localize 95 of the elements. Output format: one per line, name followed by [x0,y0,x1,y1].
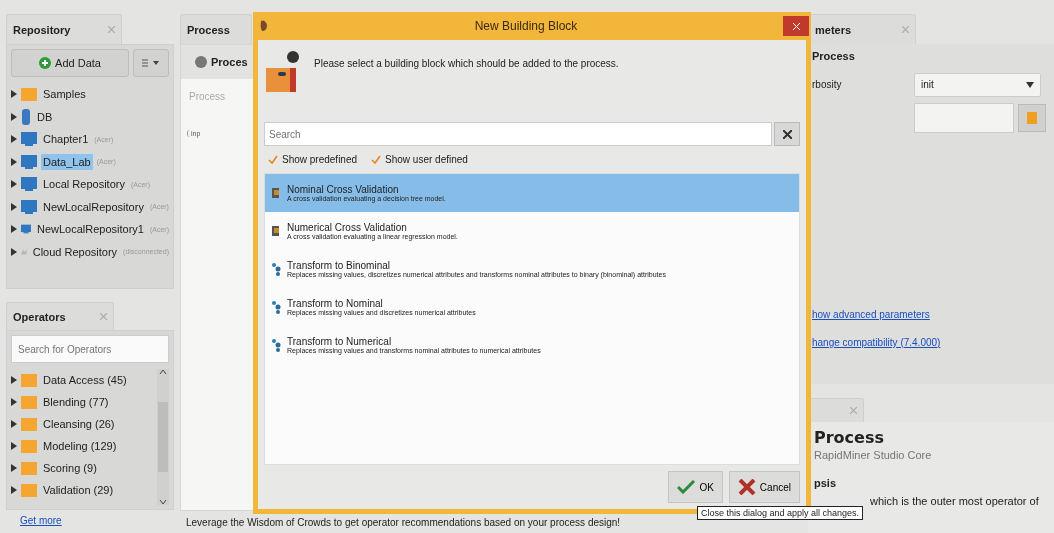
checkbox[interactable] [268,154,278,165]
expand-arrow-icon[interactable] [11,464,17,472]
expand-arrow-icon[interactable] [11,90,17,99]
repository-item[interactable]: NewLocalRepository1 [34,221,146,238]
add-data-button[interactable]: Add Data [11,49,129,77]
repository-item[interactable]: Data_Lab [41,153,93,170]
checkbox-label: Show user defined [385,154,468,165]
parameters-tab[interactable]: meters [808,14,916,44]
operator-group[interactable]: Modeling (129) [41,438,119,454]
repository-item[interactable]: Cloud Repository [30,243,120,260]
gears-icon [271,338,281,352]
operator-group[interactable]: Cleansing (26) [41,416,117,432]
menu-icon [142,59,160,67]
folder-icon [21,461,37,475]
repository-item[interactable]: Chapter1 [41,131,91,148]
block-title: Numerical Cross Validation [287,222,408,233]
circle-icon [195,56,207,68]
folder-icon [21,439,37,453]
clear-icon [782,129,792,139]
process-tab[interactable]: Process [180,14,252,44]
operator-group[interactable]: Blending (77) [41,394,111,410]
repository-icon [21,177,37,192]
search-field[interactable]: Search for Operators [11,335,169,363]
operators-tab[interactable]: Operators [6,302,114,330]
folder-icon [21,87,37,102]
parameters-link[interactable]: how advanced parameters [812,309,930,320]
block-title: Transform to Numerical [287,336,393,347]
dialog-title: New Building Block [474,19,578,33]
close-icon [792,22,800,30]
repository-item[interactable]: Samples [41,86,88,103]
folder-icon [21,417,37,431]
repository-item[interactable]: Local Repository [41,176,127,193]
expand-arrow-icon[interactable] [11,135,17,144]
parameters-link[interactable]: hange compatibility (7.4.000) [812,337,941,348]
clear-search-button[interactable] [774,122,800,146]
expand-arrow-icon[interactable] [11,247,17,256]
ok-button[interactable]: OK [668,471,723,503]
repository-icon [21,132,37,147]
building-block-icon [266,48,302,94]
expand-arrow-icon[interactable] [11,376,17,384]
repository-tab[interactable]: Repository [6,14,122,44]
expand-arrow-icon[interactable] [11,420,17,428]
repository-icon [21,154,37,169]
help-subtitle: RapidMiner Studio Core [814,449,933,461]
gears-icon [271,262,281,276]
search-field[interactable]: Search [264,122,772,146]
expand-arrow-icon[interactable] [11,112,17,121]
block-title: Transform to Binominal [287,260,391,271]
parameters-heading: Process [812,50,856,62]
expand-arrow-icon[interactable] [11,180,17,189]
help-section-title: psis [814,477,837,489]
repository-item[interactable]: NewLocalRepository [41,198,146,215]
dropdown-icon [1026,81,1034,88]
process-button[interactable]: Proces [195,56,248,68]
check-icon [677,480,696,494]
expand-arrow-icon[interactable] [11,202,17,211]
operator-group[interactable]: Data Access (45) [41,372,129,388]
app-icon [259,19,269,33]
scroll-up-icon[interactable] [159,369,167,375]
repository-item[interactable]: DB [35,108,55,125]
expand-arrow-icon[interactable] [11,398,17,406]
close-button[interactable] [783,16,809,36]
tooltip: Close this dialog and apply all changes. [697,506,864,520]
scrollbar[interactable] [157,369,169,505]
database-icon [21,108,31,125]
help-text: which is the outer most operator of [870,495,1040,507]
status-message: Leverage the Wisdom of Crowds to get operator recommendations based on your process design! [186,517,621,528]
cancel-button[interactable]: Cancel [728,471,800,503]
get-more-link[interactable]: Get more [20,515,62,526]
folder-icon [21,395,37,409]
scroll-down-icon[interactable] [159,499,167,505]
folder-icon [21,483,37,497]
block-title: Transform to Nominal [287,298,384,309]
cross-icon [737,479,756,495]
block-title: Nominal Cross Validation [287,184,400,195]
checkbox[interactable] [371,154,382,165]
parameter-label: rbosity [812,79,843,90]
block-icon [271,187,281,199]
expand-arrow-icon[interactable] [11,442,17,450]
folder-icon [1027,111,1037,124]
repository-icon [21,199,37,214]
expand-arrow-icon[interactable] [11,486,17,494]
checkbox-label: Show predefined [282,154,358,165]
gears-icon [271,300,281,314]
file-field[interactable] [914,102,1014,133]
folder-icon [21,373,37,387]
verbosity-select[interactable]: init [914,72,1041,97]
expand-arrow-icon[interactable] [11,157,17,166]
block-icon [271,225,281,237]
operator-group[interactable]: Validation (29) [41,482,116,498]
expand-arrow-icon[interactable] [11,225,17,234]
dialog-prompt: Please select a building block which should be added to the process. [314,58,619,69]
help-title: Process [814,428,885,447]
plus-icon [39,57,52,69]
operator-group[interactable]: Scoring (9) [41,460,99,476]
